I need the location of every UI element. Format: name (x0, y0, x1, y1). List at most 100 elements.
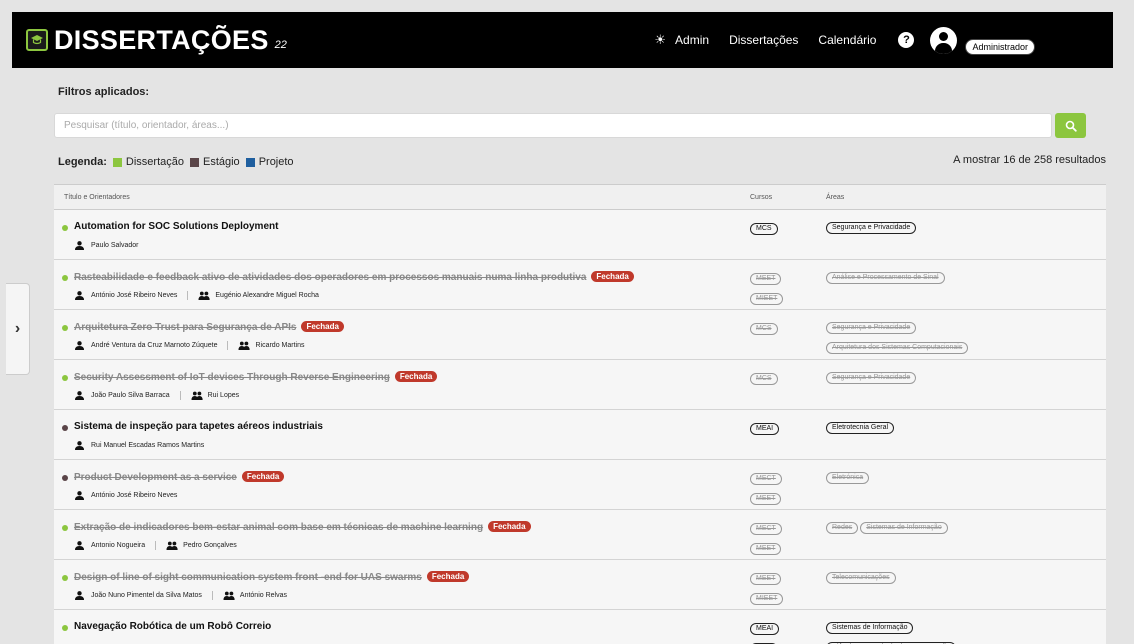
nav-calendar[interactable]: Calendário (818, 33, 876, 47)
legend-item-internship: Estágio (189, 156, 240, 168)
row-areas: Segurança e Privacidade (826, 366, 917, 384)
row-advisors: Antonio Nogueira Pedro Gonçalves (74, 541, 237, 550)
row-courses: MCS (750, 217, 778, 235)
person-icon (74, 391, 86, 400)
role-badge[interactable]: Administrador (965, 39, 1035, 55)
group-icon (191, 391, 203, 400)
area-tag[interactable]: Sistemas de Informação (860, 522, 948, 534)
course-tag[interactable]: MIEET (750, 593, 784, 605)
row-areas: Redes Sistemas de Informação (826, 516, 948, 534)
course-tag[interactable]: MIEET (750, 293, 784, 305)
advisor-name: Antonio Nogueira (91, 542, 146, 549)
table-row[interactable]: Sistema de inspeção para tapetes aéreos … (54, 410, 1106, 460)
search-button[interactable] (1055, 113, 1086, 138)
nav-dissertations[interactable]: Dissertações (729, 33, 798, 47)
row-title[interactable]: Security Assessment of IoT devices Throu… (74, 371, 438, 383)
legend-swatch (112, 157, 122, 167)
type-dot (62, 425, 68, 431)
course-tag[interactable]: MCS (750, 323, 778, 335)
search-icon (1065, 120, 1077, 132)
course-tag[interactable]: MCS (750, 223, 778, 235)
row-title[interactable]: Navegação Robótica de um Robô Correio (74, 621, 271, 632)
help-icon[interactable]: ? (898, 32, 915, 48)
type-dot (62, 275, 68, 281)
closed-badge: Fechada (241, 471, 285, 482)
area-tag[interactable]: Sistemas de Informação (826, 622, 914, 634)
row-areas: Análise e Processamento de Sinal (826, 266, 945, 284)
legend-item-dissertation: Dissertação (112, 156, 184, 168)
graduation-cap-icon (26, 29, 48, 51)
area-tag[interactable]: Arquitetura dos Sistemas Computacionais (826, 342, 969, 354)
course-tag[interactable]: MECT (750, 523, 782, 535)
divider (155, 541, 157, 550)
nav-admin[interactable]: ☀ Admin (654, 32, 709, 48)
table-row[interactable]: Arquitetura Zero Trust para Segurança de… (54, 310, 1106, 360)
group-icon (238, 341, 251, 350)
row-title-text: Rasteabilidade e feedback ativo de ativi… (74, 272, 587, 283)
row-areas: Telecomunicações (826, 566, 896, 584)
table-row[interactable]: Extração de indicadores bem-estar animal… (54, 510, 1106, 575)
area-tag[interactable]: Análise e Processamento de Sinal (826, 272, 945, 284)
row-title[interactable]: Automation for SOC Solutions Deployment (74, 221, 278, 232)
table-row[interactable]: Automation for SOC Solutions Deployment P… (54, 210, 1106, 260)
row-courses: MEET MIEET (750, 267, 784, 305)
course-tag[interactable]: MEAI (750, 623, 780, 635)
row-title[interactable]: Rasteabilidade e feedback ativo de ativi… (74, 271, 634, 283)
table-row[interactable]: Rasteabilidade e feedback ativo de ativi… (54, 260, 1106, 310)
brand[interactable]: DISSERTAÇÕES 22 (26, 25, 287, 56)
row-title[interactable]: Sistema de inspeção para tapetes aéreos … (74, 421, 323, 432)
row-title[interactable]: Arquitetura Zero Trust para Segurança de… (74, 321, 344, 333)
area-tag[interactable]: Redes (826, 522, 859, 534)
row-advisors: António José Ribeiro Neves (74, 491, 177, 500)
nav-admin-label: Admin (675, 33, 710, 47)
row-title[interactable]: Design of line of sight communication sy… (74, 571, 470, 583)
app-count: 22 (274, 39, 287, 51)
table-row[interactable]: Product Development as a service Fechada A… (54, 460, 1106, 525)
course-tag[interactable]: MEAI (750, 423, 780, 435)
course-tag[interactable]: MEET (750, 543, 782, 555)
avatar[interactable] (930, 26, 958, 54)
legend-item-label: Estágio (202, 156, 240, 168)
group-icon (198, 291, 210, 300)
row-advisors: João Paulo Silva Barraca Rui Lopes (74, 391, 239, 400)
main-nav: ☀ Admin Dissertações Calendário ? Admini… (654, 25, 1035, 55)
search-input[interactable] (54, 113, 1052, 138)
area-tag[interactable]: Telecomunicações (826, 572, 896, 584)
divider (211, 591, 213, 600)
row-title[interactable]: Product Development as a service Fechada (74, 471, 285, 483)
type-dot (62, 475, 68, 481)
coadvisor-name: Ricardo Martins (255, 342, 305, 349)
person-icon (74, 491, 86, 500)
area-tag[interactable]: Eletrónica (826, 472, 870, 484)
area-tag[interactable]: Segurança e Privacidade (826, 222, 917, 234)
closed-badge: Fechada (488, 521, 531, 532)
area-tag[interactable]: Segurança e Privacidade (826, 322, 917, 334)
row-advisors: António José Ribeiro Neves Eugénio Alexan… (74, 291, 319, 300)
closed-badge: Fechada (426, 571, 470, 582)
row-areas: Sistemas de InformaçãoCiência e Tecnolog… (826, 616, 957, 644)
course-tag[interactable]: MCS (750, 373, 778, 385)
course-tag[interactable]: MEET (750, 493, 782, 505)
row-courses: MEAI (750, 417, 780, 435)
coadvisor-name: António Relvas (239, 592, 287, 599)
table-row[interactable]: Security Assessment of IoT devices Throu… (54, 360, 1106, 410)
course-tag[interactable]: MEET (750, 273, 782, 285)
advisor-name: António José Ribeiro Neves (91, 292, 178, 299)
row-title-text: Design of line of sight communication sy… (74, 572, 422, 583)
legend-swatch (189, 157, 199, 167)
header-title: Título e Orientadores (64, 193, 130, 201)
table-row[interactable]: Design of line of sight communication sy… (54, 560, 1106, 610)
course-tag[interactable]: MECT (750, 473, 782, 485)
area-tag[interactable]: Eletrotecnia Geral (826, 422, 895, 434)
closed-badge: Fechada (591, 271, 634, 282)
advisor-name: João Nuno Pimentel da Silva Matos (91, 592, 202, 599)
course-tag[interactable]: MEET (750, 573, 782, 585)
row-title[interactable]: Extração de indicadores bem-estar animal… (74, 521, 531, 533)
group-icon (166, 541, 178, 550)
table-row[interactable]: Navegação Robótica de um Robô Correio MEA… (54, 610, 1106, 644)
area-tag[interactable]: Segurança e Privacidade (826, 372, 917, 384)
person-icon (74, 341, 86, 350)
sidebar-toggle[interactable]: › (6, 283, 30, 375)
row-advisors: Paulo Salvador (74, 241, 138, 250)
legend: Legenda: Dissertação Estágio Projeto (58, 156, 300, 168)
